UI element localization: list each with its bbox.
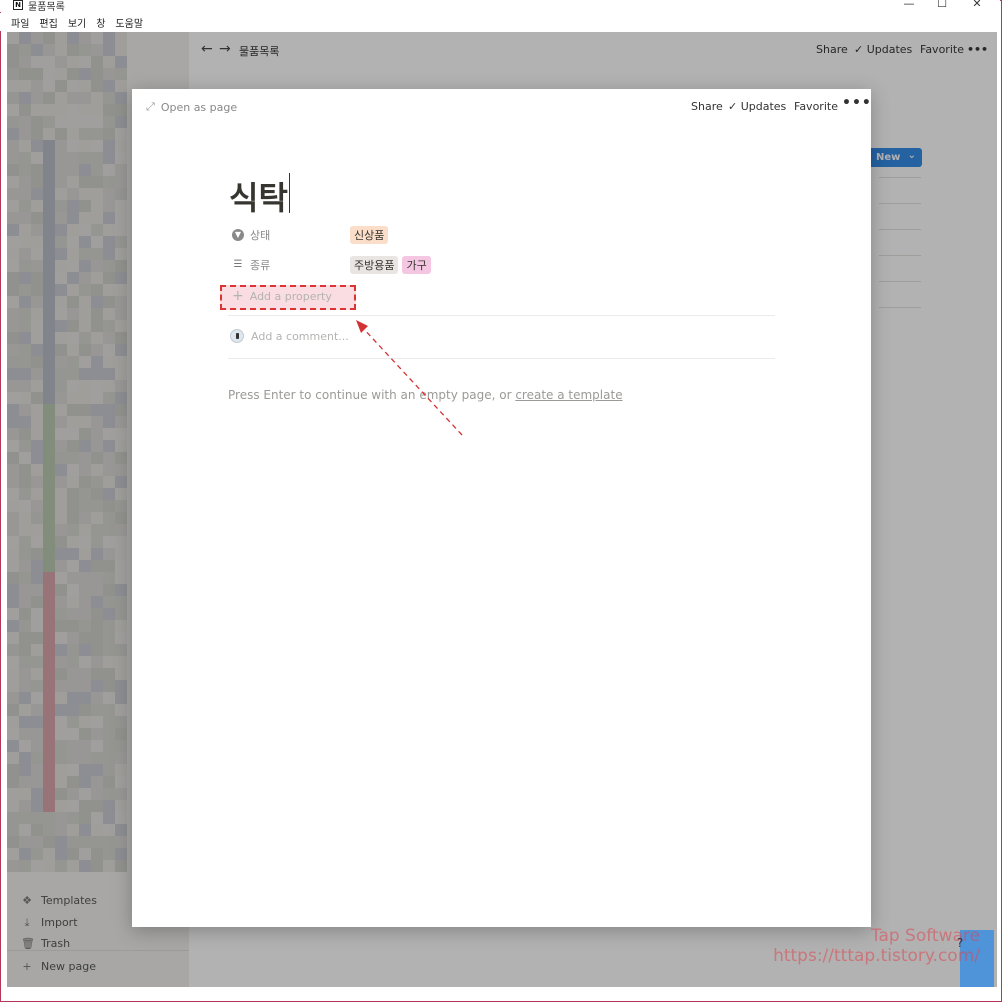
property-row-category[interactable]: ☰ 종류 주방용품 가구 (232, 255, 435, 275)
property-name[interactable]: 상태 (250, 227, 350, 243)
list-icon: ☰ (233, 259, 243, 270)
expand-icon: ⤢ (146, 100, 155, 113)
add-comment-input[interactable]: Add a comment... (251, 330, 349, 343)
page-peek-modal: ⤢ Open as page Share ✓ Updates Favorite … (132, 89, 871, 927)
status-tag[interactable]: 신상품 (350, 226, 389, 244)
add-property-label: Add a property (249, 289, 332, 303)
check-icon: ✓ (728, 100, 741, 113)
modal-updates-button[interactable]: ✓ Updates (728, 100, 786, 113)
menu-help[interactable]: 도움말 (115, 15, 143, 30)
create-template-link[interactable]: create a template (515, 388, 622, 402)
text-caret (289, 173, 290, 213)
empty-page-hint: Press Enter to continue with an empty pa… (228, 388, 623, 402)
help-button[interactable]: ? (952, 936, 968, 952)
hint-text: Press Enter to continue with an empty pa… (228, 388, 516, 402)
comment-row[interactable]: Add a comment... (230, 329, 349, 343)
minimize-button[interactable]: — (902, 0, 916, 10)
menu-bar: 파일 편집 보기 창 도움말 (0, 13, 1000, 31)
avatar (230, 329, 244, 343)
window-title: 물품목록 (28, 2, 65, 13)
menu-view[interactable]: 보기 (68, 15, 86, 30)
category-tag[interactable]: 가구 (402, 256, 431, 274)
open-as-page-label: Open as page (160, 100, 238, 114)
watermark-url: https://tttap.tistory.com/ (773, 946, 980, 966)
category-tag[interactable]: 주방용품 (350, 256, 399, 274)
modal-favorite-button[interactable]: Favorite (794, 100, 838, 113)
menu-window[interactable]: 창 (96, 15, 105, 30)
open-as-page-button[interactable]: ⤢ Open as page (146, 100, 237, 114)
add-property-button[interactable]: + Add a property (232, 288, 332, 304)
menu-edit[interactable]: 편집 (39, 15, 57, 30)
title-bar: N 물품목록 — ☐ ✕ (0, 0, 1000, 13)
divider (228, 358, 775, 359)
modal-share-button[interactable]: Share (691, 100, 723, 113)
property-row-status[interactable]: ▼ 상태 신상품 (232, 225, 392, 245)
menu-file[interactable]: 파일 (11, 15, 29, 30)
plus-icon: + (232, 288, 244, 304)
property-name[interactable]: 종류 (250, 257, 350, 273)
page-title[interactable]: 식탁 (229, 173, 288, 219)
divider (228, 315, 775, 316)
maximize-button[interactable]: ☐ (935, 0, 949, 10)
notion-app-icon: N (13, 0, 23, 10)
modal-more-icon[interactable]: ••• (842, 95, 872, 111)
close-button[interactable]: ✕ (970, 0, 984, 10)
modal-updates-label: Updates (740, 100, 787, 113)
status-icon: ▼ (232, 229, 244, 241)
